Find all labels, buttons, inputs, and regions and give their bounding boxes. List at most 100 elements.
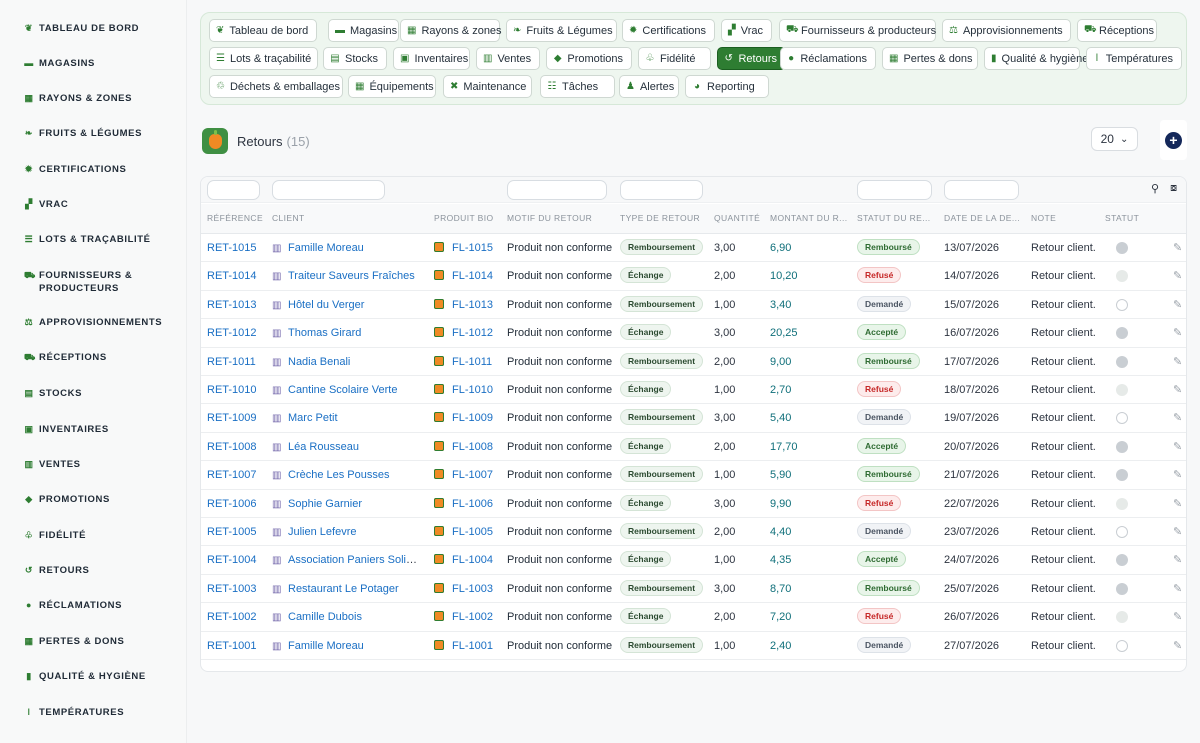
column-header[interactable]: Note [1031, 213, 1101, 223]
reference-link[interactable]: RET-1014 [207, 270, 257, 282]
client-link[interactable]: Crèche Les Pousses [288, 469, 390, 481]
active-toggle[interactable] [1116, 639, 1128, 652]
client-link[interactable]: Thomas Girard [288, 327, 361, 339]
column-header[interactable]: Date de la de... [944, 213, 1024, 223]
tab-15[interactable]: ↺ Retours [717, 47, 786, 70]
filter-date-input[interactable] [944, 180, 1019, 200]
tab-14[interactable]: ♧ Fidélité [638, 47, 711, 70]
add-button[interactable]: + [1160, 120, 1187, 160]
edit-icon[interactable]: ✎ [1173, 241, 1182, 254]
product-link[interactable]: FL-1006 [452, 498, 493, 510]
client-link[interactable]: Léa Rousseau [288, 441, 359, 453]
sidebar-item-16[interactable]: ● RÉCLAMATIONS [24, 599, 179, 612]
reference-link[interactable]: RET-1010 [207, 384, 257, 396]
reference-link[interactable]: RET-1012 [207, 327, 257, 339]
tab-10[interactable]: ▤ Stocks [323, 47, 387, 70]
edit-icon[interactable]: ✎ [1173, 326, 1182, 339]
column-header[interactable]: Statut [1105, 213, 1145, 223]
client-link[interactable]: Nadia Benali [288, 356, 350, 368]
tab-11[interactable]: ▣ Inventaires [393, 47, 470, 70]
filter-motif-input[interactable] [507, 180, 607, 200]
edit-icon[interactable]: ✎ [1173, 582, 1182, 595]
product-link[interactable]: FL-1008 [452, 441, 493, 453]
tab-18[interactable]: ▮ Qualité & hygiène [984, 47, 1088, 70]
column-header[interactable]: Montant du r... [770, 213, 850, 223]
reference-link[interactable]: RET-1003 [207, 583, 257, 595]
sidebar-item-17[interactable]: ▦ PERTES & DONS [24, 635, 179, 648]
active-toggle[interactable] [1116, 355, 1128, 368]
active-toggle[interactable] [1116, 327, 1128, 340]
product-link[interactable]: FL-1011 [452, 356, 492, 368]
tab-23[interactable]: ☷ Tâches [540, 75, 615, 98]
sidebar-item-19[interactable]: ǀ TEMPÉRATURES [24, 706, 179, 719]
tab-24[interactable]: ♟ Alertes [619, 75, 679, 98]
clear-filter-icon[interactable]: ⧇ [1170, 182, 1177, 195]
sidebar-item-14[interactable]: ♧ FIDÉLITÉ [24, 529, 179, 542]
active-toggle[interactable] [1116, 497, 1128, 510]
reference-link[interactable]: RET-1013 [207, 299, 257, 311]
reference-link[interactable]: RET-1002 [207, 611, 257, 623]
tab-1[interactable]: ▬ Magasins [328, 19, 399, 42]
product-link[interactable]: FL-1004 [452, 554, 493, 566]
sidebar-item-3[interactable]: ❧ FRUITS & LÉGUMES [24, 127, 179, 140]
column-header[interactable]: Client [272, 213, 422, 223]
active-toggle[interactable] [1116, 242, 1128, 254]
column-header[interactable]: Statut du re... [857, 213, 937, 223]
client-link[interactable]: Julien Lefevre [288, 526, 357, 538]
tab-17[interactable]: ▦ Pertes & dons [882, 47, 978, 70]
product-link[interactable]: FL-1015 [452, 242, 493, 254]
edit-icon[interactable]: ✎ [1173, 355, 1182, 368]
sidebar-item-13[interactable]: ◆ PROMOTIONS [24, 493, 179, 506]
client-link[interactable]: Traiteur Saveurs Fraîches [288, 270, 415, 282]
edit-icon[interactable]: ✎ [1173, 610, 1182, 623]
client-link[interactable]: Sophie Garnier [288, 498, 362, 510]
product-link[interactable]: FL-1013 [452, 299, 493, 311]
tab-20[interactable]: ♲ Déchets & emballages [209, 75, 343, 98]
active-toggle[interactable] [1116, 270, 1128, 283]
edit-icon[interactable]: ✎ [1173, 525, 1182, 538]
sidebar-item-11[interactable]: ▣ INVENTAIRES [24, 423, 179, 436]
active-toggle[interactable] [1116, 611, 1128, 624]
reference-link[interactable]: RET-1008 [207, 441, 257, 453]
active-toggle[interactable] [1116, 440, 1128, 453]
sidebar-item-1[interactable]: ▬ MAGASINS [24, 57, 179, 70]
reference-link[interactable]: RET-1007 [207, 469, 257, 481]
sidebar-item-2[interactable]: ▦ RAYONS & ZONES [24, 92, 179, 105]
tab-22[interactable]: ✖ Maintenance [443, 75, 532, 98]
edit-icon[interactable]: ✎ [1173, 497, 1182, 510]
client-link[interactable]: Famille Moreau [288, 242, 364, 254]
tab-12[interactable]: ▥ Ventes [476, 47, 540, 70]
tab-7[interactable]: ⚖ Approvisionnements [942, 19, 1071, 42]
sidebar-item-12[interactable]: ▥ VENTES [24, 458, 179, 471]
edit-icon[interactable]: ✎ [1173, 639, 1182, 652]
edit-icon[interactable]: ✎ [1173, 298, 1182, 311]
reference-link[interactable]: RET-1009 [207, 412, 257, 424]
edit-icon[interactable]: ✎ [1173, 468, 1182, 481]
edit-icon[interactable]: ✎ [1173, 269, 1182, 282]
product-link[interactable]: FL-1005 [452, 526, 493, 538]
active-toggle[interactable] [1116, 384, 1128, 396]
reference-link[interactable]: RET-1006 [207, 498, 257, 510]
client-link[interactable]: Famille Moreau [288, 640, 364, 652]
column-header[interactable]: Motif du retour [507, 213, 612, 223]
reference-link[interactable]: RET-1015 [207, 242, 257, 254]
tab-8[interactable]: ⛟ Réceptions [1077, 19, 1157, 42]
column-header[interactable]: Produit bio [434, 213, 504, 223]
client-link[interactable]: Camille Dubois [288, 611, 362, 623]
tab-13[interactable]: ◆ Promotions [546, 47, 632, 70]
sidebar-item-7[interactable]: ⛟ FOURNISSEURS & PRODUCTEURS [24, 269, 134, 295]
column-header[interactable]: Quantité [714, 213, 764, 223]
product-link[interactable]: FL-1009 [452, 412, 493, 424]
edit-icon[interactable]: ✎ [1173, 440, 1182, 453]
filter-reference-input[interactable] [207, 180, 260, 200]
client-link[interactable]: Hôtel du Verger [288, 299, 364, 311]
column-header[interactable]: Référence [207, 213, 267, 223]
search-icon[interactable]: ⚲ [1151, 182, 1159, 195]
sidebar-item-18[interactable]: ▮ QUALITÉ & HYGIÈNE [24, 670, 179, 683]
tab-4[interactable]: ✹ Certifications [622, 19, 715, 42]
reference-link[interactable]: RET-1004 [207, 554, 257, 566]
active-toggle[interactable] [1116, 469, 1128, 482]
sidebar-item-6[interactable]: ☰ LOTS & TRAÇABILITÉ [24, 233, 179, 246]
active-toggle[interactable] [1116, 554, 1128, 567]
reference-link[interactable]: RET-1011 [207, 356, 256, 368]
